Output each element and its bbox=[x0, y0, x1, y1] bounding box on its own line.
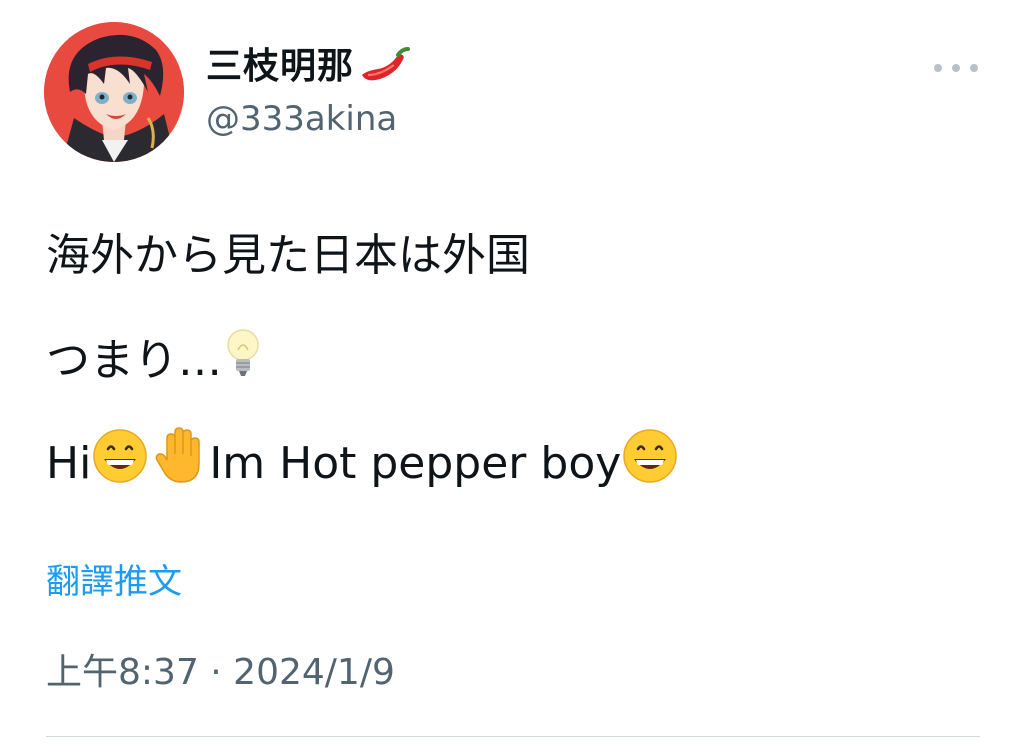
light-bulb-icon bbox=[222, 326, 264, 396]
grinning-face-icon bbox=[621, 427, 679, 501]
tweet-text-hi: Hi bbox=[46, 438, 92, 489]
display-name[interactable]: 三枝明那 bbox=[206, 42, 354, 92]
translate-tweet-link[interactable]: 翻譯推文 bbox=[46, 560, 182, 604]
divider bbox=[46, 736, 980, 737]
user-name-row[interactable]: 三枝明那 bbox=[206, 42, 414, 92]
tweet-text-main: Im Hot pepper boy bbox=[209, 438, 622, 489]
user-handle[interactable]: @333akina bbox=[206, 94, 397, 144]
more-options-icon[interactable] bbox=[934, 56, 978, 80]
grinning-face-icon bbox=[91, 427, 149, 501]
chili-pepper-icon bbox=[358, 45, 414, 89]
tweet-timestamp[interactable]: 上午8:37 · 2024/1/9 bbox=[46, 648, 395, 698]
tweet-card: 三枝明那 @333akina 海外から見た日本は外国 つまり… Hi Im Ho… bbox=[0, 0, 1024, 743]
tweet-text-line-3: Hi Im Hot pepper boy bbox=[46, 426, 679, 502]
tweet-text-line-1: 海外から見た日本は外国 bbox=[46, 230, 530, 281]
raised-hand-icon bbox=[153, 426, 209, 502]
tweet-text-line-2: つまり… bbox=[46, 326, 264, 396]
avatar[interactable] bbox=[44, 22, 184, 162]
tweet-text-line-2-text: つまり… bbox=[46, 335, 222, 386]
avatar-illustration bbox=[44, 22, 184, 162]
